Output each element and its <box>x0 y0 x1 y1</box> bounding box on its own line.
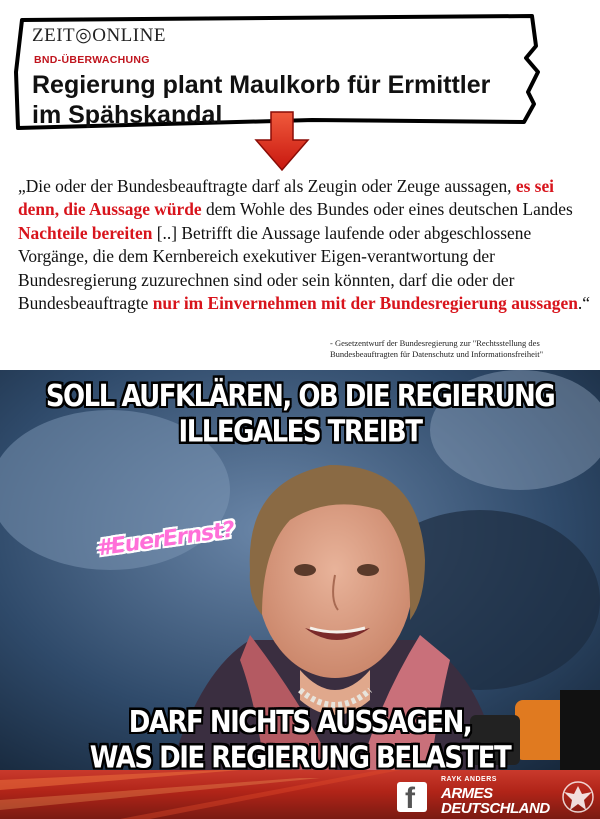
quote-source: - Gesetzentwurf der Bundesregierung zur … <box>330 338 544 359</box>
quote-text-1: „Die oder der Bundesbeauftragte darf als… <box>18 176 516 196</box>
zeit-online-logo: ZEIT◎ONLINE <box>32 25 166 46</box>
article-kicker: BND-ÜBERWACHUNG <box>34 54 150 66</box>
meme-bottom-line-1: DARF NICHTS AUSSAGEN, <box>128 705 473 740</box>
author-name: RAYK ANDERS <box>441 776 497 783</box>
facebook-icon[interactable]: f <box>397 782 427 815</box>
brand-line-2: DEUTSCHLAND <box>441 800 550 817</box>
down-arrow-icon <box>254 111 310 172</box>
article-section: ZEIT◎ONLINE BND-ÜBERWACHUNG Regierung pl… <box>0 0 600 370</box>
meme-bottom-caption: DARF NICHTS AUSSAGEN, WAS DIE REGIERUNG … <box>0 705 600 776</box>
quote-text-2: dem Wohle des Bundes oder eines deutsche… <box>201 199 573 220</box>
quote-text-4: .“ <box>577 293 590 314</box>
meme-top-line-2: ILLEGALES TREIBT <box>178 415 423 450</box>
quote-highlight-2: Nachteile bereiten <box>18 222 153 243</box>
meme-top-caption: SOLL AUFKLÄREN, OB DIE REGIERUNG ILLEGAL… <box>0 379 600 450</box>
headline-line-1: Regierung plant Maulkorb für Ermittler <box>32 71 491 99</box>
law-quote: „Die oder der Bundesbeauftragte darf als… <box>18 175 592 315</box>
meme-top-line-1: SOLL AUFKLÄREN, OB DIE REGIERUNG <box>45 379 556 414</box>
quote-highlight-3: nur im Einvernehmen mit der Bundesregier… <box>152 293 578 314</box>
eagle-icon <box>562 781 594 813</box>
